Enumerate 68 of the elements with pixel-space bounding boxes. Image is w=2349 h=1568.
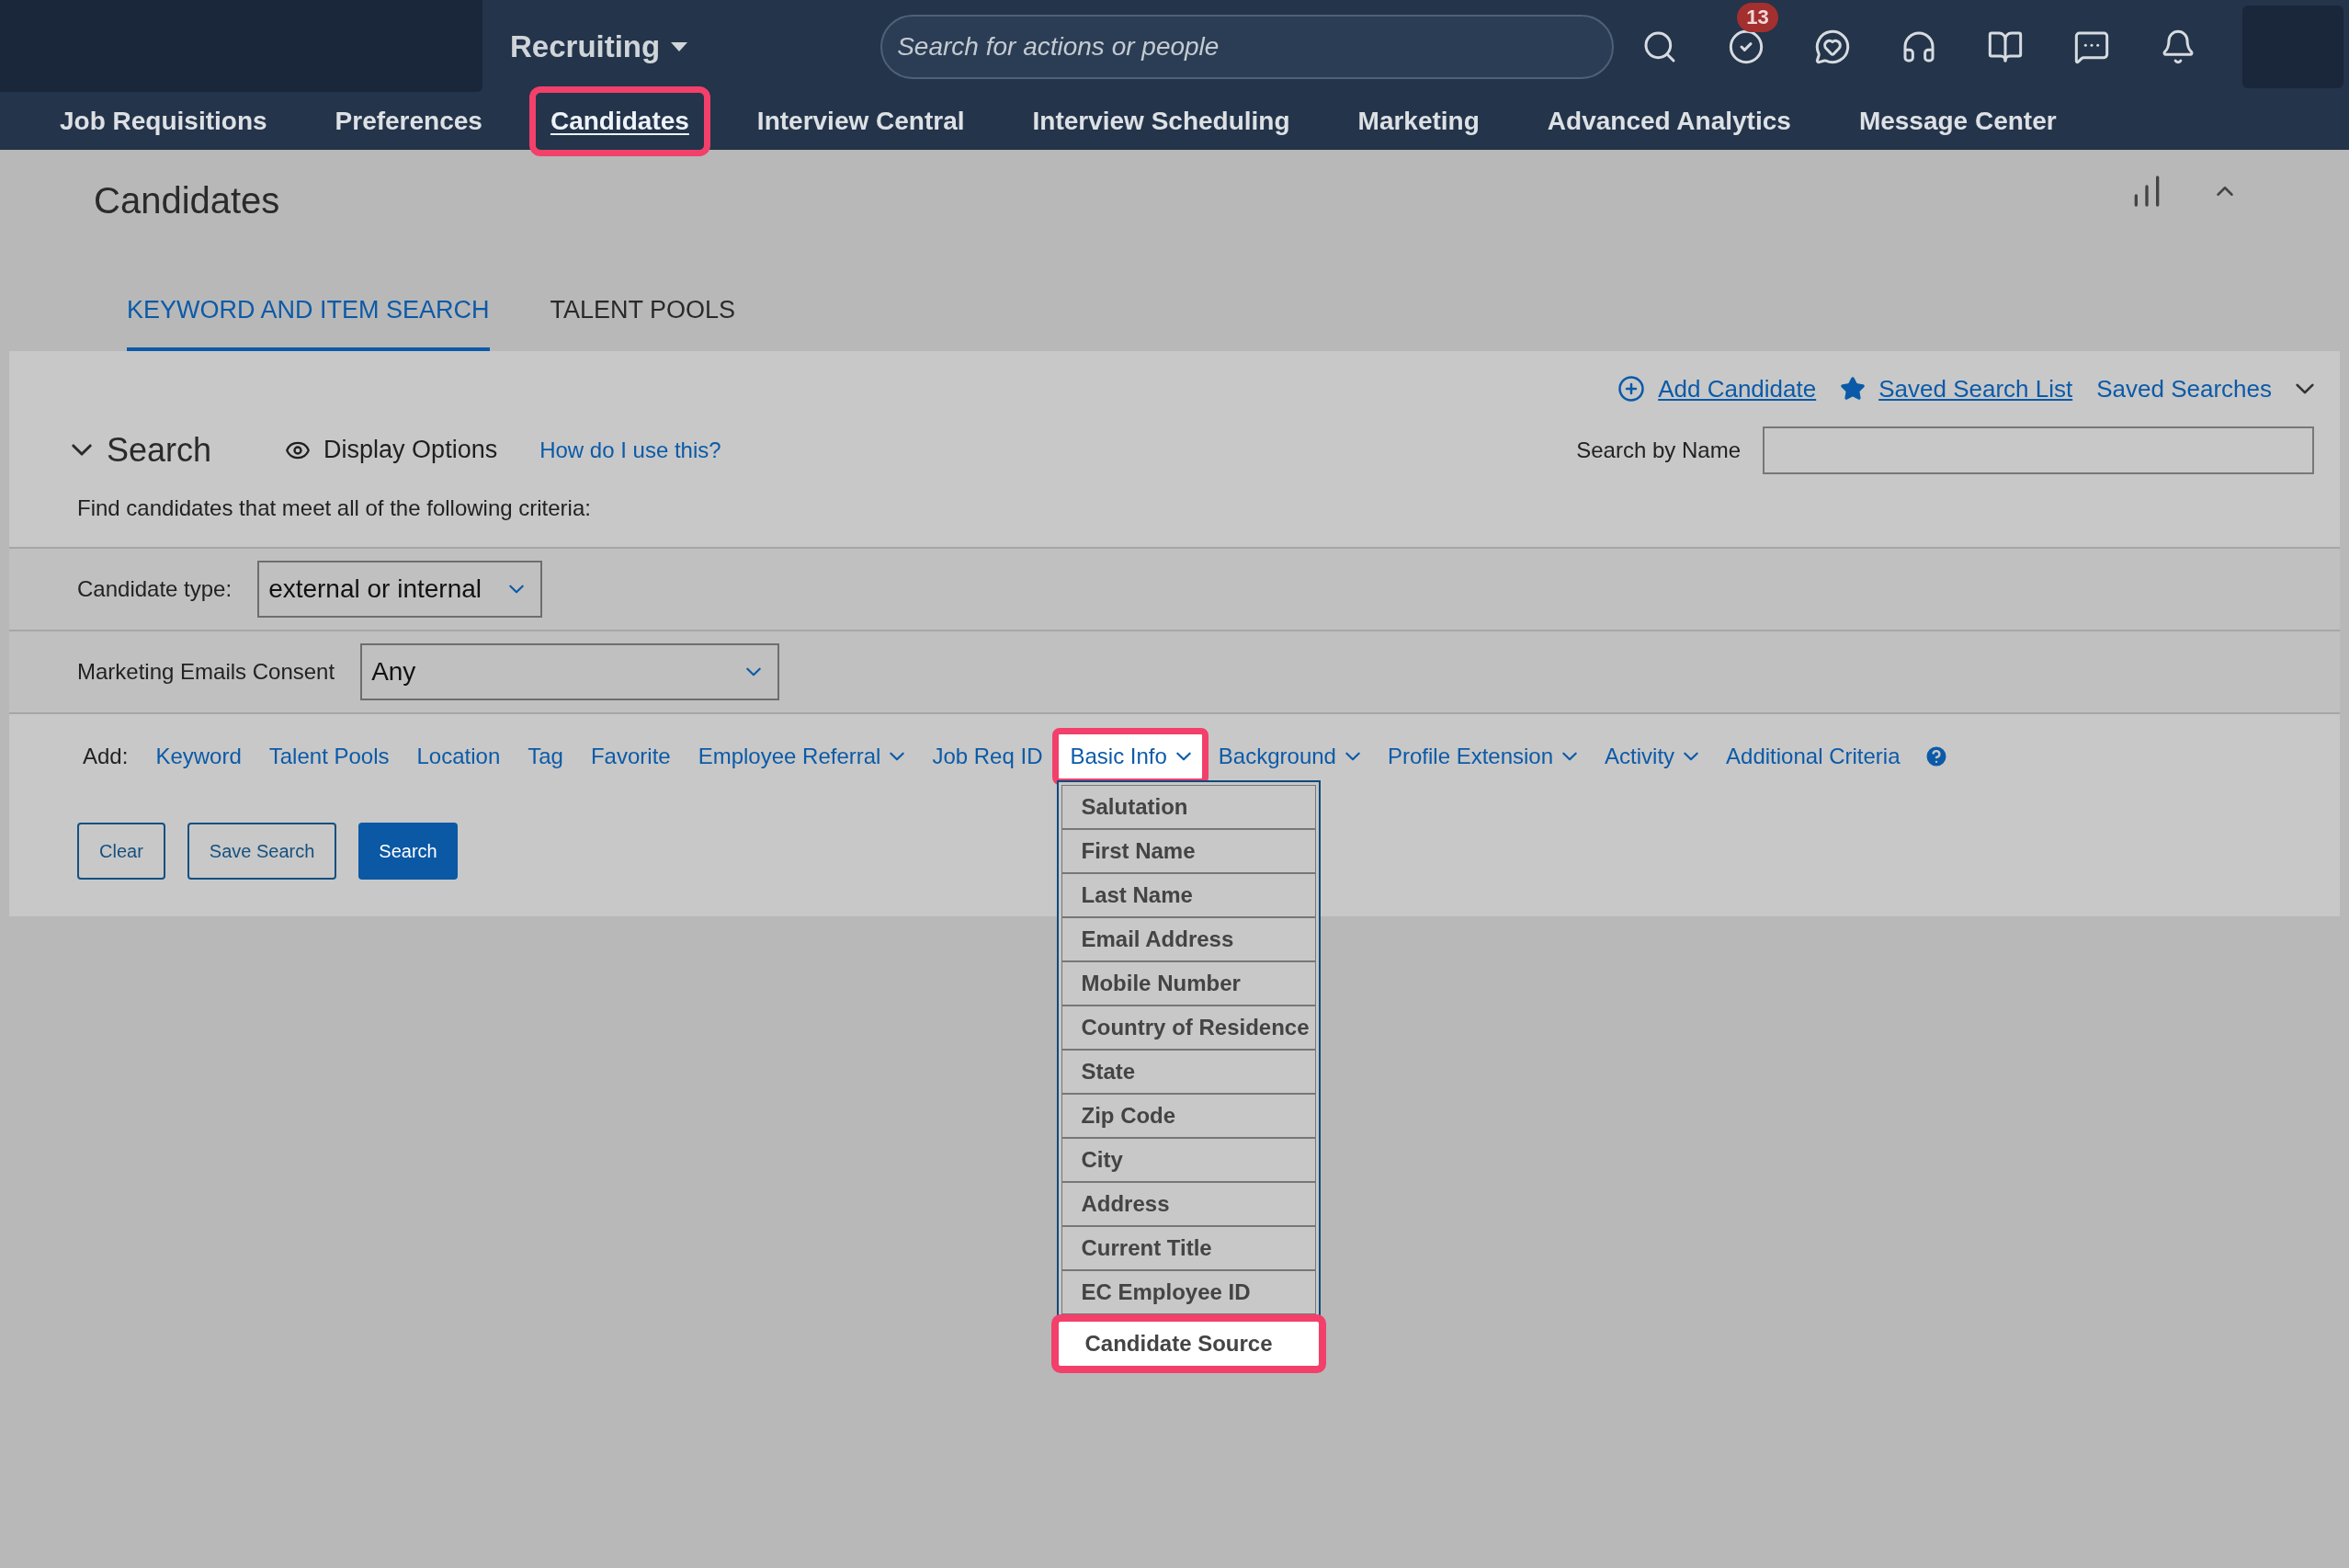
chevron-down-icon bbox=[1684, 751, 1699, 761]
search-field[interactable]: Search for actions or people bbox=[880, 14, 1615, 79]
chevron-down-icon bbox=[509, 584, 525, 594]
menu-item[interactable]: Country of Residence bbox=[1061, 1005, 1317, 1050]
add-menu[interactable]: Employee Referral bbox=[698, 739, 905, 773]
star-icon bbox=[1840, 376, 1867, 402]
chevron-down-icon bbox=[1345, 751, 1360, 761]
caret-icon bbox=[671, 41, 688, 51]
chevron-down-icon bbox=[746, 666, 762, 676]
add-link[interactable]: Keyword bbox=[155, 739, 242, 773]
menu-item[interactable]: Candidate Source bbox=[1051, 1313, 1327, 1373]
search-toggle[interactable]: Search bbox=[72, 425, 212, 475]
nav-tab[interactable]: Interview Central bbox=[756, 106, 965, 137]
add-link[interactable]: Tag bbox=[528, 739, 563, 773]
menu-item[interactable]: State bbox=[1061, 1049, 1317, 1094]
add-menu[interactable]: Basic Info bbox=[1052, 727, 1209, 785]
search-by-name-label: Search by Name bbox=[1576, 436, 1741, 464]
add-menu[interactable]: Activity bbox=[1605, 739, 1699, 773]
nav-tab[interactable]: Interview Scheduling bbox=[1032, 106, 1290, 137]
filter-select[interactable]: Any bbox=[360, 642, 780, 700]
action-link[interactable]: Saved Searches bbox=[2096, 370, 2314, 407]
menu-item[interactable]: Last Name bbox=[1061, 872, 1317, 917]
menu-item[interactable]: First Name bbox=[1061, 828, 1317, 873]
add-menu[interactable]: Background bbox=[1218, 739, 1360, 773]
chevron-down-icon bbox=[1562, 751, 1578, 761]
add-link[interactable]: Job Req ID bbox=[932, 739, 1043, 773]
filter-select[interactable]: external or internal bbox=[257, 560, 543, 618]
nav-tab[interactable]: Job Requisitions bbox=[60, 106, 267, 137]
menu-item[interactable]: Email Address bbox=[1061, 916, 1317, 961]
action-link[interactable]: Add Candidate bbox=[1617, 370, 1817, 407]
tab[interactable]: TALENT POOLS bbox=[550, 291, 736, 351]
filter-label: Candidate type: bbox=[77, 574, 233, 603]
menu-item[interactable]: EC Employee ID bbox=[1061, 1269, 1317, 1314]
name-input-field[interactable] bbox=[1763, 426, 2314, 474]
action-link[interactable]: Saved Search List bbox=[1840, 370, 2073, 407]
add-menu[interactable]: Profile Extension bbox=[1387, 739, 1578, 773]
chat-bubble-icon[interactable] bbox=[1814, 28, 1852, 65]
add-link[interactable]: Location bbox=[416, 739, 501, 773]
nav-tab[interactable]: Marketing bbox=[1357, 106, 1480, 137]
nav-tab[interactable]: Message Center bbox=[1858, 106, 2057, 137]
notification-badge: 13 bbox=[1737, 2, 1778, 32]
chevron-down-icon bbox=[2296, 383, 2314, 394]
help-link[interactable]: How do I use this? bbox=[539, 433, 721, 467]
menu-item[interactable]: Mobile Number bbox=[1061, 960, 1317, 1006]
add-circle-icon bbox=[1617, 375, 1646, 403]
menu-item[interactable]: City bbox=[1061, 1137, 1317, 1182]
app-menu[interactable]: Recruiting bbox=[510, 23, 688, 70]
outline-button[interactable]: Save Search bbox=[187, 822, 337, 880]
chevron-down-icon bbox=[1175, 751, 1191, 761]
menu-item[interactable]: Current Title bbox=[1061, 1225, 1317, 1270]
search-button[interactable]: Search bbox=[358, 822, 458, 880]
nav-tab[interactable]: Advanced Analytics bbox=[1547, 106, 1791, 137]
menu-item[interactable]: Zip Code bbox=[1061, 1093, 1317, 1138]
add-label: Add: bbox=[83, 742, 129, 770]
add-link[interactable]: Favorite bbox=[590, 739, 671, 773]
page-title: Candidates bbox=[94, 179, 280, 222]
add-link[interactable]: Additional Criteria bbox=[1726, 739, 1901, 773]
add-link[interactable]: Talent Pools bbox=[268, 739, 390, 773]
display-options-button[interactable]: Display Options bbox=[285, 431, 498, 469]
criteria-description: Find candidates that meet all of the following criteria: bbox=[76, 494, 592, 522]
chevron-down-icon bbox=[890, 751, 905, 761]
menu-item[interactable]: Salutation bbox=[1061, 784, 1317, 829]
check-circle-icon[interactable] bbox=[1728, 28, 1765, 65]
nav-tab[interactable]: Preferences bbox=[335, 106, 482, 137]
menu-item[interactable]: Address bbox=[1061, 1181, 1317, 1226]
filter-label: Marketing Emails Consent bbox=[77, 657, 335, 686]
nav-tab[interactable]: Candidates bbox=[528, 86, 710, 156]
outline-button[interactable]: Clear bbox=[77, 822, 165, 880]
